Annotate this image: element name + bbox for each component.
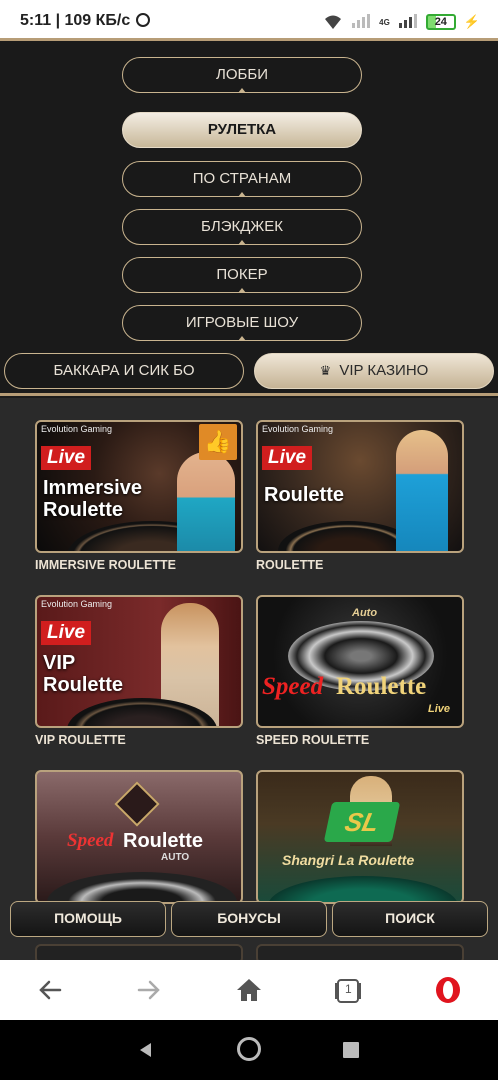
forward-arrow-icon[interactable] xyxy=(133,974,165,1006)
browser-toolbar: 1 xyxy=(0,960,498,1020)
crown-icon: ♛ xyxy=(319,363,332,378)
tile-art-text: Roulette xyxy=(123,830,203,852)
opera-menu-icon[interactable] xyxy=(432,974,464,1006)
system-home-icon[interactable] xyxy=(237,1037,261,1061)
menu-item-label: БЛЭКДЖЕК xyxy=(201,218,283,235)
notch-icon xyxy=(238,192,246,197)
table-image xyxy=(268,876,458,902)
game-tile-partial xyxy=(256,944,464,960)
notch-icon xyxy=(238,336,246,341)
notch-icon xyxy=(238,288,246,293)
alarm-icon xyxy=(136,13,151,27)
menu-item-label: ЛОББИ xyxy=(216,66,268,83)
game-tile-roulette[interactable]: Evolution Gaming Live Roulette xyxy=(256,420,464,553)
menu-item-roulette[interactable]: РУЛЕТКА xyxy=(122,112,362,148)
signal-icon xyxy=(351,12,371,33)
menu-item-game-shows[interactable]: ИГРОВЫЕ ШОУ xyxy=(122,305,362,341)
live-badge: Live xyxy=(262,446,313,470)
status-icons: 4G 24 ⚡ xyxy=(323,12,480,32)
menu-item-by-country[interactable]: ПО СТРАНАМ xyxy=(122,161,362,197)
provider-logo: Evolution Gaming xyxy=(41,424,113,434)
game-tile-partial xyxy=(35,944,243,960)
tile-art-text: Speed xyxy=(262,673,324,700)
tabs-icon[interactable]: 1 xyxy=(332,974,364,1006)
emblem-image xyxy=(114,781,160,827)
status-time: 5:11 | 109 КБ/с xyxy=(20,12,151,30)
category-menu: ЛОББИ РУЛЕТКА ПО СТРАНАМ БЛЭКДЖЕК ПОКЕР … xyxy=(0,38,498,396)
system-back-icon[interactable] xyxy=(136,1040,156,1065)
search-button[interactable]: ПОИСК xyxy=(332,901,488,937)
game-title[interactable]: ROULETTE xyxy=(256,558,323,572)
games-grid: Evolution Gaming Live Immersive Roulette… xyxy=(0,398,498,960)
game-title[interactable]: VIP ROULETTE xyxy=(35,733,126,747)
game-tile-immersive-roulette[interactable]: Evolution Gaming Live Immersive Roulette… xyxy=(35,420,243,553)
signal-icon-2 xyxy=(398,12,418,33)
tile-art-text: Roulette xyxy=(336,673,427,700)
menu-item-poker[interactable]: ПОКЕР xyxy=(122,257,362,293)
time-speed-text: 5:11 | 109 КБ/с xyxy=(20,12,131,29)
menu-item-label: БАККАРА И СИК БО xyxy=(53,362,195,379)
dealer-image xyxy=(396,430,448,551)
tile-art-text: Roulette xyxy=(43,674,123,696)
notch-icon xyxy=(238,88,246,93)
game-title[interactable]: SPEED ROULETTE xyxy=(256,733,369,747)
provider-logo: Evolution Gaming xyxy=(262,424,334,434)
battery-icon: 24 xyxy=(425,14,456,30)
thumbs-up-icon[interactable]: 👍 xyxy=(199,424,237,460)
dealer-image xyxy=(177,452,235,551)
game-tile-vip-roulette[interactable]: Evolution Gaming Live VIP Roulette xyxy=(35,595,243,728)
menu-item-label: VIP КАЗИНО xyxy=(339,362,429,379)
tile-art-text: Roulette xyxy=(264,484,344,506)
notch-icon xyxy=(238,240,246,245)
system-recents-icon[interactable] xyxy=(343,1042,359,1058)
menu-item-label: ПОКЕР xyxy=(216,266,268,283)
system-navigation-bar xyxy=(0,1020,498,1080)
menu-item-label: РУЛЕТКА xyxy=(207,121,277,138)
tile-art-text: Shangri La Roulette xyxy=(282,852,415,868)
tile-art-text: VIP xyxy=(43,652,76,674)
charging-icon: ⚡ xyxy=(463,14,480,29)
game-tile-speed-roulette[interactable]: Auto Speed Roulette Live xyxy=(256,595,464,728)
menu-item-baccarat[interactable]: БАККАРА И СИК БО xyxy=(4,353,244,389)
menu-item-lobby[interactable]: ЛОББИ xyxy=(122,57,362,93)
shangri-la-logo: SL xyxy=(323,802,401,842)
tile-art-text: Roulette xyxy=(43,499,123,521)
game-tile-speed-roulette-auto[interactable]: Speed Roulette AUTO xyxy=(35,770,243,904)
tabs-count: 1 xyxy=(345,982,352,996)
game-title[interactable]: IMMERSIVE ROULETTE xyxy=(35,558,176,572)
live-badge: Live xyxy=(41,446,92,470)
tile-art-text: Immersive xyxy=(43,477,142,499)
home-icon[interactable] xyxy=(233,974,265,1006)
menu-item-label: ПО СТРАНАМ xyxy=(192,170,292,187)
tile-art-text: Speed xyxy=(67,830,114,851)
tile-art-text: AUTO xyxy=(161,852,190,863)
tile-art-text: Auto xyxy=(352,607,378,619)
bonuses-button[interactable]: БОНУСЫ xyxy=(171,901,327,937)
menu-item-vip-casino[interactable]: ♛ VIP КАЗИНО xyxy=(254,353,494,389)
wifi-icon xyxy=(323,14,343,30)
live-badge: Live xyxy=(41,621,92,645)
roulette-wheel-image xyxy=(47,872,237,902)
help-button[interactable]: ПОМОЩЬ xyxy=(10,901,166,937)
game-tile-shangri-la-roulette[interactable]: SL Shangri La Roulette xyxy=(256,770,464,904)
menu-item-blackjack[interactable]: БЛЭКДЖЕК xyxy=(122,209,362,245)
menu-item-label: ИГРОВЫЕ ШОУ xyxy=(185,314,299,331)
network-type: 4G xyxy=(379,17,390,27)
tile-art-text: Live xyxy=(428,703,451,715)
back-arrow-icon[interactable] xyxy=(34,974,66,1006)
provider-logo: Evolution Gaming xyxy=(41,599,113,609)
